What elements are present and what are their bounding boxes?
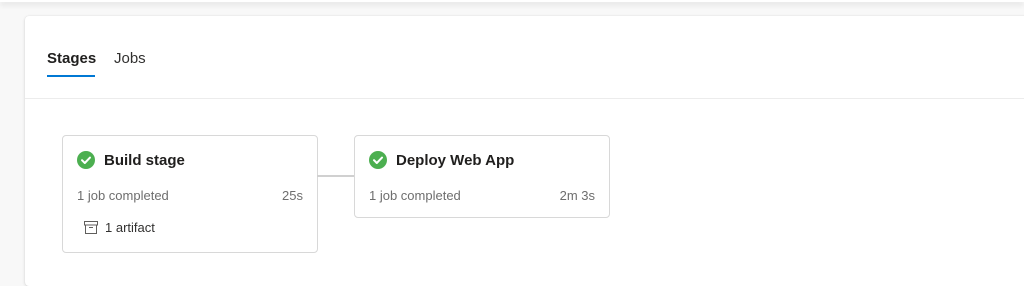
stage-duration: 2m 3s [559, 188, 595, 203]
stage-status: 1 job completed [77, 188, 169, 203]
top-panel-edge [0, 0, 1024, 2]
pipeline-run-card: Stages Jobs Build stage 1 job completed … [25, 16, 1024, 286]
artifact-label: 1 artifact [105, 220, 155, 235]
active-tab-indicator [47, 75, 95, 77]
stage-duration: 25s [282, 188, 303, 203]
tab-jobs[interactable]: Jobs [114, 50, 146, 68]
check-circle-icon [77, 151, 95, 169]
stage-card-build[interactable]: Build stage 1 job completed 25s 1 artifa… [62, 135, 318, 253]
artifact-box-icon [84, 221, 98, 234]
tab-bar: Stages Jobs [25, 16, 1024, 99]
stage-card-deploy[interactable]: Deploy Web App 1 job completed 2m 3s [354, 135, 610, 218]
tab-stages[interactable]: Stages [47, 50, 96, 68]
stage-status: 1 job completed [369, 188, 461, 203]
check-circle-icon [369, 151, 387, 169]
stage-title: Build stage [104, 152, 185, 169]
stage-title: Deploy Web App [396, 152, 515, 169]
stage-connector [317, 175, 354, 177]
